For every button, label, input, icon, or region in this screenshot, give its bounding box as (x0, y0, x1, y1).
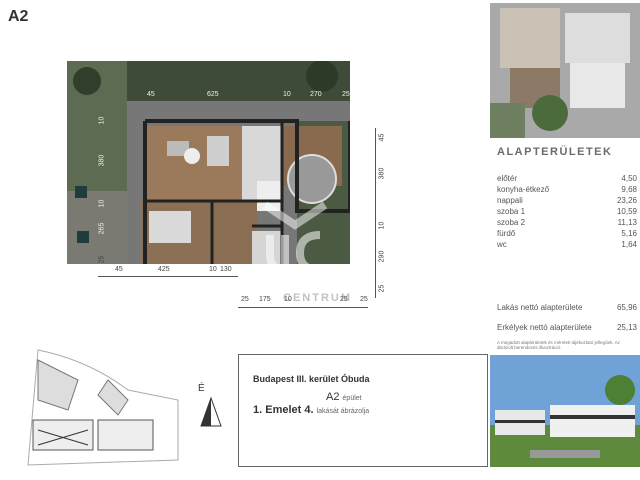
building: A2 épület (326, 391, 362, 403)
dim-top-3: 10 (283, 91, 291, 98)
dim-left-1: 10 (98, 116, 106, 125)
dim-right-2: 380 (378, 167, 386, 180)
dim-right-5: 25 (378, 284, 386, 293)
watermark-text-1: OTTHON (283, 268, 342, 280)
area-label: nappali (497, 196, 523, 205)
areas-title: ALAPTERÜLETEK (497, 146, 613, 158)
net-area-value: 65,96 (616, 303, 637, 312)
dim-right-3: 10 (378, 221, 386, 230)
area-row: konyha-étkező 9,68 (497, 185, 637, 194)
unit-code: A2 (8, 8, 29, 25)
building-code: A2 (326, 391, 340, 403)
dim-right-4: 290 (378, 250, 386, 263)
dim-line-right (375, 128, 376, 298)
floor-suffix: lakását ábrázolja (316, 408, 370, 415)
balcony-area-value: 25,13 (616, 323, 637, 332)
dim-left-3: 10 (98, 199, 106, 208)
area-label: konyha-étkező (497, 185, 550, 194)
dim-bottom-3: 10 (209, 266, 217, 273)
compass-arrow-icon (200, 396, 222, 427)
dim-top-5: 25 (342, 91, 350, 98)
floor-render-image (490, 3, 640, 138)
net-area-label: Lakás nettó alapterülete (497, 303, 583, 312)
area-value: 10,59 (616, 207, 637, 216)
area-label: wc (497, 240, 507, 249)
balcony-area-label: Erkélyek nettó alapterülete (497, 323, 592, 332)
area-value: 5,16 (621, 229, 637, 238)
dim-bottom-2: 425 (158, 266, 170, 273)
dim-top-2: 625 (207, 91, 219, 98)
area-label: előtér (497, 174, 518, 183)
dim-line-bottom (98, 276, 238, 277)
area-value: 1,64 (621, 240, 637, 249)
floor: 1. Emelet 4. lakását ábrázolja (253, 404, 369, 416)
dim-left-5: 25 (98, 255, 106, 264)
dim-top-1: 45 (147, 91, 155, 98)
site-map (27, 349, 179, 466)
area-label: fürdő (497, 229, 516, 238)
location: Budapest III. kerület Óbuda (253, 374, 370, 384)
area-row: nappali 23,26 (497, 196, 637, 205)
dim-left-4: 265 (98, 222, 106, 235)
building-render-image (490, 355, 640, 467)
balcony-area-row: Erkélyek nettó alapterülete 25,13 (497, 323, 637, 332)
dim-left-2: 380 (98, 154, 106, 167)
area-label: szoba 1 (497, 207, 526, 216)
area-row: szoba 2 11,13 (497, 218, 637, 227)
building-suffix: épület (342, 395, 362, 402)
dim-top-4: 270 (310, 91, 322, 98)
area-value: 11,13 (617, 218, 637, 227)
net-area-row: Lakás nettó alapterülete 65,96 (497, 303, 637, 312)
area-row: előtér 4,50 (497, 174, 637, 183)
dim-right-1: 45 (378, 133, 386, 142)
dim-bottom-1: 45 (115, 266, 123, 273)
area-label: szoba 2 (497, 218, 526, 227)
area-value: 4,50 (621, 174, 637, 183)
areas-note: A megadott alapterületek és méretek tájé… (497, 340, 620, 350)
area-row: fürdő 5,16 (497, 229, 637, 238)
area-value: 9,68 (621, 185, 637, 194)
area-row: szoba 1 10,59 (497, 207, 637, 216)
area-row: wc 1,64 (497, 240, 637, 249)
watermark-text-2: CENTRUM (283, 292, 352, 304)
compass-label: É (198, 383, 205, 394)
floor-text: 1. Emelet 4. (253, 404, 314, 416)
area-value: 23,26 (616, 196, 637, 205)
